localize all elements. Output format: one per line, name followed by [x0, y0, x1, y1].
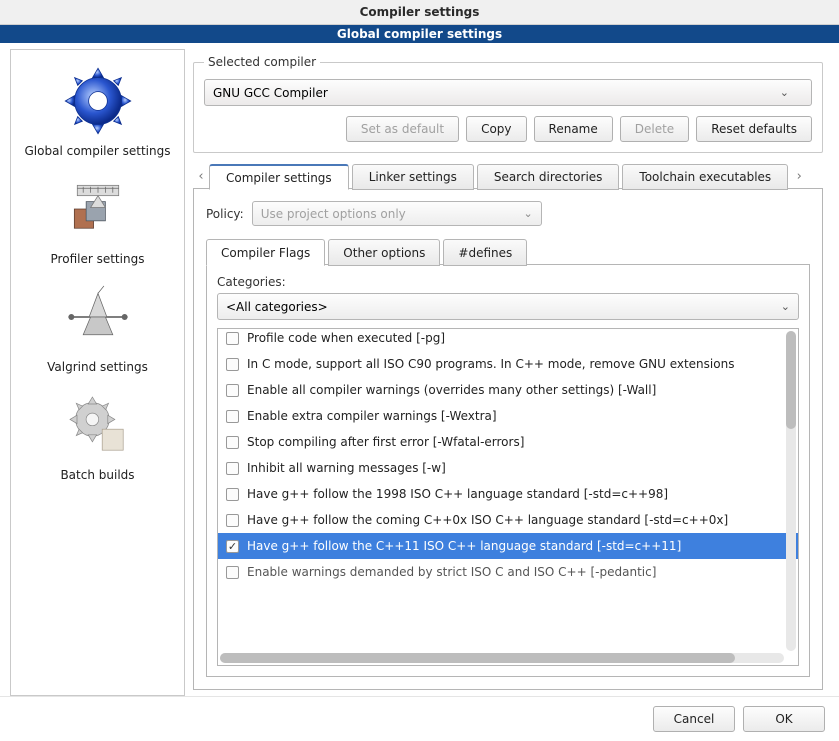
subtab-compiler-flags[interactable]: Compiler Flags — [206, 239, 325, 266]
gear-icon — [52, 60, 144, 142]
subtab-other-options[interactable]: Other options — [328, 239, 440, 266]
chevron-down-icon: ⌄ — [781, 300, 790, 313]
delete-button: Delete — [620, 116, 689, 142]
sidebar-item-label: Batch builds — [60, 468, 134, 482]
tab-compiler-settings[interactable]: Compiler settings — [209, 164, 349, 190]
subtab-defines[interactable]: #defines — [443, 239, 527, 266]
flag-row[interactable]: Have g++ follow the coming C++0x ISO C++… — [218, 507, 798, 533]
sidebar-item-label: Profiler settings — [51, 252, 145, 266]
compiler-flags-panel: Categories: <All categories> ⌄ Profile c… — [206, 264, 810, 677]
checkbox[interactable] — [226, 488, 239, 501]
compiler-combobox[interactable]: GNU GCC Compiler ⌄ — [204, 79, 812, 106]
categories-value: <All categories> — [226, 300, 328, 314]
flag-row[interactable]: Inhibit all warning messages [-w] — [218, 455, 798, 481]
flag-label: Have g++ follow the C++11 ISO C++ langua… — [247, 539, 681, 553]
selected-compiler-group: Selected compiler GNU GCC Compiler ⌄ Set… — [193, 55, 823, 153]
categories-combobox[interactable]: <All categories> ⌄ — [217, 293, 799, 320]
flag-row[interactable]: Have g++ follow the C++11 ISO C++ langua… — [218, 533, 798, 559]
checkbox[interactable] — [226, 462, 239, 475]
banner-title: Global compiler settings — [337, 27, 502, 41]
sidebar-item-label: Global compiler settings — [25, 144, 171, 158]
flag-label: Profile code when executed [-pg] — [247, 331, 445, 345]
sidebar-item-valgrind[interactable]: Valgrind settings — [15, 272, 180, 378]
chevron-down-icon: ⌄ — [523, 207, 532, 220]
copy-button[interactable]: Copy — [466, 116, 526, 142]
flag-label: Stop compiling after first error [-Wfata… — [247, 435, 524, 449]
flag-row[interactable]: Have g++ follow the 1998 ISO C++ languag… — [218, 481, 798, 507]
flag-label: Have g++ follow the coming C++0x ISO C++… — [247, 513, 728, 527]
categories-label: Categories: — [217, 275, 799, 289]
checkbox[interactable] — [226, 384, 239, 397]
compiler-buttons-row: Set as default Copy Rename Delete Reset … — [204, 116, 812, 142]
compiler-settings-panel: Policy: Use project options only ⌄ Compi… — [193, 188, 823, 690]
cancel-button[interactable]: Cancel — [653, 706, 735, 732]
checkbox[interactable] — [226, 540, 239, 553]
horizontal-scrollbar[interactable] — [220, 653, 784, 663]
window-title-bar: Compiler settings — [0, 0, 839, 25]
tab-search-directories[interactable]: Search directories — [477, 164, 620, 190]
policy-row: Policy: Use project options only ⌄ — [206, 201, 810, 226]
valgrind-icon — [52, 276, 144, 358]
sidebar-item-batch[interactable]: Batch builds — [15, 380, 180, 486]
checkbox[interactable] — [226, 332, 239, 345]
policy-value: Use project options only — [261, 207, 406, 221]
tab-linker-settings[interactable]: Linker settings — [352, 164, 474, 190]
checkbox[interactable] — [226, 436, 239, 449]
flag-row[interactable]: Stop compiling after first error [-Wfata… — [218, 429, 798, 455]
flag-label: Enable extra compiler warnings [-Wextra] — [247, 409, 497, 423]
tab-toolchain-executables[interactable]: Toolchain executables — [622, 164, 788, 190]
flag-row[interactable]: Enable warnings demanded by strict ISO C… — [218, 559, 798, 585]
subtabstrip: Compiler Flags Other options #defines — [206, 238, 810, 265]
flag-row[interactable]: Enable extra compiler warnings [-Wextra] — [218, 403, 798, 429]
scrollbar-thumb[interactable] — [786, 331, 796, 429]
flags-listbox: Profile code when executed [-pg] In C mo… — [217, 328, 799, 666]
batch-icon — [52, 384, 144, 466]
dialog-footer: Cancel OK — [0, 696, 839, 741]
flag-label: Inhibit all warning messages [-w] — [247, 461, 446, 475]
chevron-down-icon: ⌄ — [780, 86, 789, 99]
dialog-body: Global compiler settings Profiler settin… — [0, 43, 839, 696]
main-panel: Selected compiler GNU GCC Compiler ⌄ Set… — [185, 49, 829, 696]
policy-label: Policy: — [206, 207, 244, 221]
tab-scroll-right[interactable]: › — [791, 163, 807, 189]
flag-label: Enable all compiler warnings (overrides … — [247, 383, 656, 397]
policy-combobox[interactable]: Use project options only ⌄ — [252, 201, 542, 226]
selected-compiler-legend: Selected compiler — [204, 55, 320, 69]
profiler-icon — [52, 168, 144, 250]
window-title: Compiler settings — [360, 5, 480, 19]
tabstrip: ‹ Compiler settings Linker settings Sear… — [193, 161, 823, 189]
checkbox[interactable] — [226, 566, 239, 579]
flag-row[interactable]: In C mode, support all ISO C90 programs.… — [218, 351, 798, 377]
ok-button[interactable]: OK — [743, 706, 825, 732]
reset-defaults-button[interactable]: Reset defaults — [696, 116, 812, 142]
checkbox[interactable] — [226, 410, 239, 423]
scrollbar-thumb[interactable] — [220, 653, 735, 663]
sidebar-item-label: Valgrind settings — [47, 360, 148, 374]
flag-label: Have g++ follow the 1998 ISO C++ languag… — [247, 487, 668, 501]
flag-row[interactable]: Enable all compiler warnings (overrides … — [218, 377, 798, 403]
flags-scroll[interactable]: Profile code when executed [-pg] In C mo… — [218, 329, 798, 665]
rename-button[interactable]: Rename — [534, 116, 613, 142]
flag-label: In C mode, support all ISO C90 programs.… — [247, 357, 734, 371]
tab-scroll-left[interactable]: ‹ — [193, 163, 209, 189]
main-tabs: ‹ Compiler settings Linker settings Sear… — [193, 161, 823, 690]
flag-label: Enable warnings demanded by strict ISO C… — [247, 565, 656, 579]
sidebar-item-profiler[interactable]: Profiler settings — [15, 164, 180, 270]
compiler-value: GNU GCC Compiler — [213, 86, 328, 100]
vertical-scrollbar[interactable] — [786, 331, 796, 651]
sidebar-item-global-compiler[interactable]: Global compiler settings — [15, 56, 180, 162]
sidebar: Global compiler settings Profiler settin… — [10, 49, 185, 696]
checkbox[interactable] — [226, 358, 239, 371]
checkbox[interactable] — [226, 514, 239, 527]
page-banner: Global compiler settings — [0, 25, 839, 43]
flag-row[interactable]: Profile code when executed [-pg] — [218, 329, 798, 351]
set-default-button: Set as default — [346, 116, 459, 142]
